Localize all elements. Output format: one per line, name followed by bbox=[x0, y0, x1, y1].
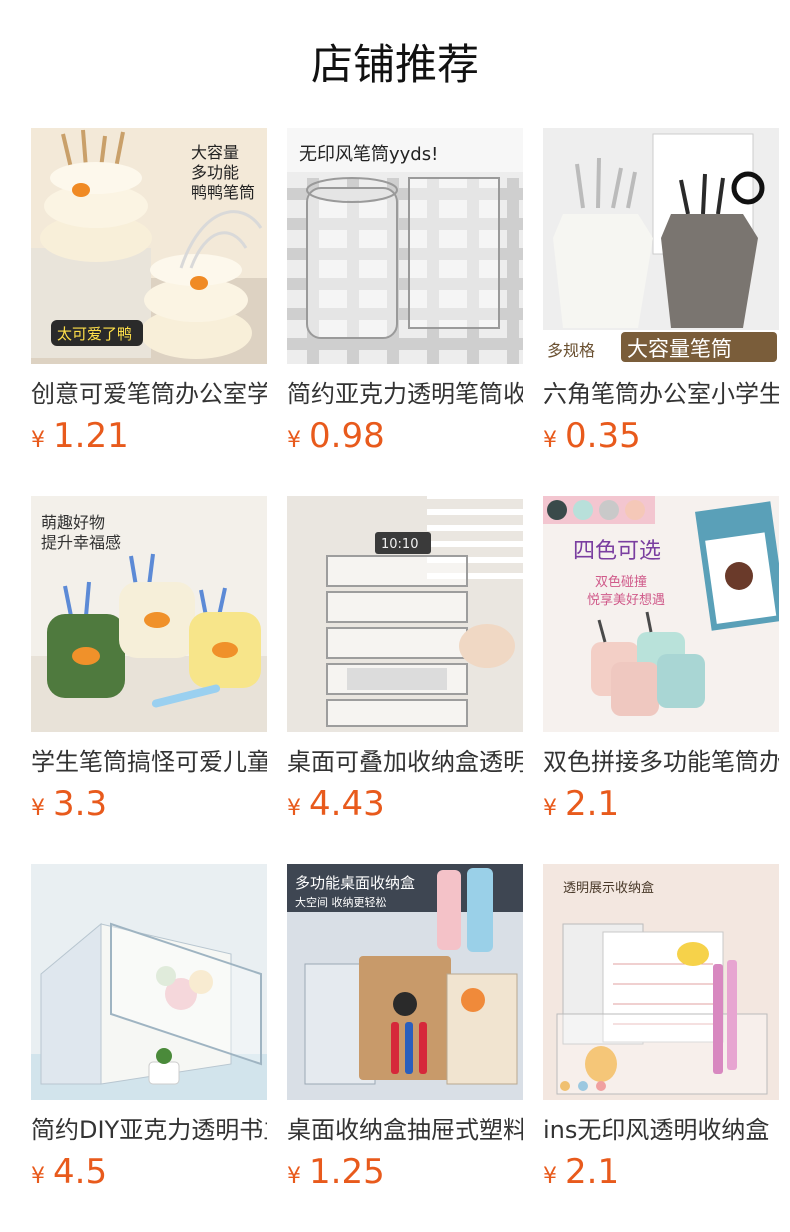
ins-clear-storage-box-icon: 透明展示收纳盒 bbox=[543, 864, 779, 1100]
product-price: ¥ 4.43 bbox=[287, 784, 523, 824]
product-image-hexagon-pen-holder[interactable]: 多规格 大容量笔筒 bbox=[543, 128, 779, 364]
product-card[interactable]: 四色可选 双色碰撞 悦享美好想遇 双色拼接多功能笔筒办公 ¥ 2.1 bbox=[543, 496, 779, 824]
svg-text:大空间 收纳更轻松: 大空间 收纳更轻松 bbox=[295, 895, 387, 909]
price-value: 1.21 bbox=[53, 416, 129, 456]
svg-text:透明展示收纳盒: 透明展示收纳盒 bbox=[563, 880, 654, 896]
price-value: 1.25 bbox=[309, 1152, 385, 1192]
product-name[interactable]: 简约DIY亚克力透明书立 bbox=[31, 1114, 267, 1146]
product-card[interactable]: 透明展示收纳盒 ins无印风透明收纳盒 ¥ 2.1 bbox=[543, 864, 779, 1192]
product-name[interactable]: 创意可爱笔筒办公室学生桌面收纳 bbox=[31, 378, 267, 410]
svg-text:多功能桌面收纳盒: 多功能桌面收纳盒 bbox=[295, 874, 415, 892]
product-image-funny-face-pen-holder[interactable]: 萌趣好物 提升幸福感 bbox=[31, 496, 267, 732]
acrylic-book-stand-icon bbox=[31, 864, 267, 1100]
product-price: ¥ 0.35 bbox=[543, 416, 779, 456]
two-tone-pen-holder-icon: 四色可选 双色碰撞 悦享美好想遇 bbox=[543, 496, 779, 732]
product-image-duck-pen-holder[interactable]: 大容量 多功能 鸭鸭笔筒 太可爱了鸭 bbox=[31, 128, 267, 364]
currency-symbol: ¥ bbox=[31, 428, 45, 453]
price-value: 4.43 bbox=[309, 784, 385, 824]
product-card[interactable]: 萌趣好物 提升幸福感 学生笔筒搞怪可爱儿童桌面 ¥ 3.3 bbox=[31, 496, 267, 824]
currency-symbol: ¥ bbox=[543, 428, 557, 453]
svg-text:10:10: 10:10 bbox=[381, 537, 418, 552]
product-name[interactable]: 简约亚克力透明笔筒收纳盒 bbox=[287, 378, 523, 410]
product-name[interactable]: ins无印风透明收纳盒 bbox=[543, 1114, 779, 1146]
product-card[interactable]: 多规格 大容量笔筒 六角笔筒办公室小学生大容量 ¥ 0.35 bbox=[543, 128, 779, 456]
funny-face-pen-holder-icon: 萌趣好物 提升幸福感 bbox=[31, 496, 267, 732]
product-card[interactable]: 简约DIY亚克力透明书立 ¥ 4.5 bbox=[31, 864, 267, 1192]
currency-symbol: ¥ bbox=[31, 796, 45, 821]
product-price: ¥ 1.25 bbox=[287, 1152, 523, 1192]
svg-text:无印风笔筒yyds!: 无印风笔筒yyds! bbox=[299, 144, 438, 165]
currency-symbol: ¥ bbox=[31, 1164, 45, 1189]
price-value: 0.98 bbox=[309, 416, 385, 456]
svg-text:大容量笔筒: 大容量笔筒 bbox=[627, 337, 732, 361]
product-price: ¥ 4.5 bbox=[31, 1152, 267, 1192]
svg-text:提升幸福感: 提升幸福感 bbox=[41, 533, 121, 552]
currency-symbol: ¥ bbox=[287, 1164, 301, 1189]
product-card[interactable]: 10:10 桌面可叠加收纳盒透明文件 ¥ 4.43 bbox=[287, 496, 523, 824]
product-image-acrylic-book-stand[interactable] bbox=[31, 864, 267, 1100]
product-name[interactable]: 学生笔筒搞怪可爱儿童桌面 bbox=[31, 746, 267, 778]
page-title: 店铺推荐 bbox=[310, 40, 479, 89]
product-image-acrylic-pen-holder[interactable]: 无印风笔筒yyds! bbox=[287, 128, 523, 364]
currency-symbol: ¥ bbox=[543, 1164, 557, 1189]
svg-text:太可爱了鸭: 太可爱了鸭 bbox=[57, 325, 132, 343]
currency-symbol: ¥ bbox=[287, 428, 301, 453]
product-price: ¥ 1.21 bbox=[31, 416, 267, 456]
product-image-stackable-drawer-box[interactable]: 10:10 bbox=[287, 496, 523, 732]
price-value: 4.5 bbox=[53, 1152, 108, 1192]
product-name[interactable]: 双色拼接多功能笔筒办公 bbox=[543, 746, 779, 778]
price-value: 3.3 bbox=[53, 784, 108, 824]
price-value: 2.1 bbox=[565, 784, 620, 824]
svg-text:多规格: 多规格 bbox=[547, 341, 595, 360]
svg-text:悦享美好想遇: 悦享美好想遇 bbox=[587, 592, 665, 608]
product-card[interactable]: 无印风笔筒yyds! 简约亚克力透明笔筒收纳盒 ¥ 0.98 bbox=[287, 128, 523, 456]
svg-text:鸭鸭笔筒: 鸭鸭笔筒 bbox=[191, 183, 255, 202]
product-price: ¥ 3.3 bbox=[31, 784, 267, 824]
desktop-organizer-icon: 多功能桌面收纳盒 大空间 收纳更轻松 bbox=[287, 864, 523, 1100]
product-image-desktop-organizer[interactable]: 多功能桌面收纳盒 大空间 收纳更轻松 bbox=[287, 864, 523, 1100]
currency-symbol: ¥ bbox=[287, 796, 301, 821]
price-value: 0.35 bbox=[565, 416, 641, 456]
hexagon-pen-holder-icon: 多规格 大容量笔筒 bbox=[543, 128, 779, 364]
stackable-drawer-box-icon: 10:10 bbox=[287, 496, 523, 732]
product-image-ins-clear-storage-box[interactable]: 透明展示收纳盒 bbox=[543, 864, 779, 1100]
svg-text:大容量: 大容量 bbox=[191, 143, 239, 162]
product-card[interactable]: 大容量 多功能 鸭鸭笔筒 太可爱了鸭 创意可爱笔筒办公室学生桌面收纳 ¥ 1.2… bbox=[31, 128, 267, 456]
svg-text:多功能: 多功能 bbox=[191, 163, 239, 182]
product-card[interactable]: 多功能桌面收纳盒 大空间 收纳更轻松 桌面收纳盒抽屉式塑料 ¥ 1.25 bbox=[287, 864, 523, 1192]
product-price: ¥ 2.1 bbox=[543, 784, 779, 824]
product-name[interactable]: 六角笔筒办公室小学生大容量 bbox=[543, 378, 779, 410]
product-image-two-tone-pen-holder[interactable]: 四色可选 双色碰撞 悦享美好想遇 bbox=[543, 496, 779, 732]
svg-text:双色碰撞: 双色碰撞 bbox=[595, 574, 647, 590]
svg-text:萌趣好物: 萌趣好物 bbox=[41, 513, 105, 532]
product-name[interactable]: 桌面收纳盒抽屉式塑料 bbox=[287, 1114, 523, 1146]
duck-pen-holder-icon: 大容量 多功能 鸭鸭笔筒 太可爱了鸭 bbox=[31, 128, 267, 364]
price-value: 2.1 bbox=[565, 1152, 620, 1192]
svg-text:四色可选: 四色可选 bbox=[573, 539, 661, 564]
product-price: ¥ 0.98 bbox=[287, 416, 523, 456]
product-price: ¥ 2.1 bbox=[543, 1152, 779, 1192]
currency-symbol: ¥ bbox=[543, 796, 557, 821]
acrylic-pen-holder-icon: 无印风笔筒yyds! bbox=[287, 128, 523, 364]
product-name[interactable]: 桌面可叠加收纳盒透明文件 bbox=[287, 746, 523, 778]
